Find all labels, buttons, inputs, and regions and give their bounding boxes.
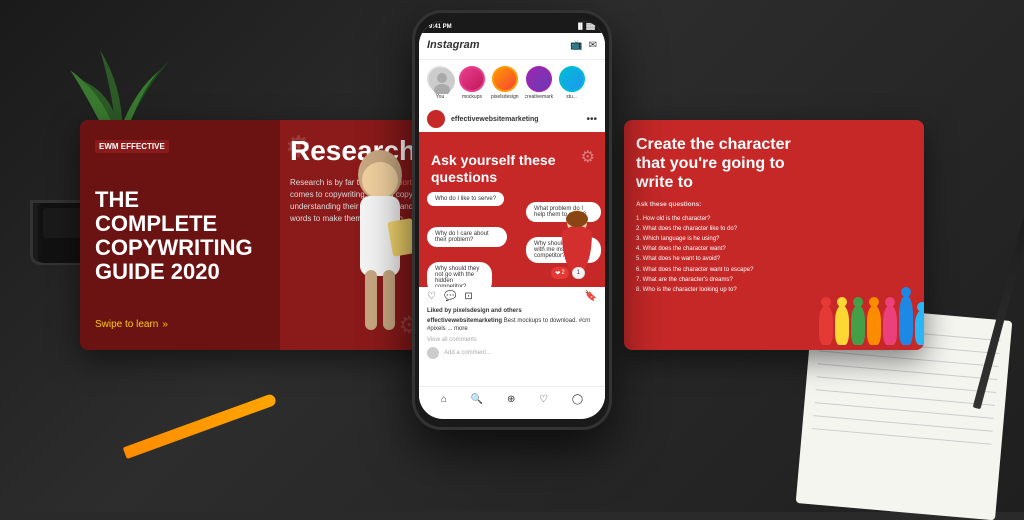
like-badge: ❤ 2	[551, 267, 568, 279]
post-options-icon[interactable]: •••	[586, 114, 597, 125]
story-label-1: mockups	[462, 94, 482, 100]
nav-heart-icon[interactable]: ♡	[539, 394, 548, 405]
tv-icon[interactable]: 📺	[570, 40, 582, 51]
comment-badge: 1	[572, 267, 585, 279]
banner-title: THE COMPLETE COPYWRITING GUIDE 2020	[95, 188, 265, 285]
right-card-content: Create the character that you're going t…	[624, 120, 824, 350]
question-item: 3. Which language is he using?	[636, 234, 812, 244]
nav-add-icon[interactable]: ⊕	[507, 394, 515, 405]
figure-blue	[899, 295, 913, 345]
question-item: 6. What does the character want to escap…	[636, 265, 812, 275]
gear-icon-post: ⚙	[581, 147, 595, 167]
status-bar: 9:41 PM ▐▌ ▓▓	[419, 21, 605, 33]
comment-input[interactable]: Add a comment...	[444, 350, 491, 356]
nav-search-icon[interactable]: 🔍	[471, 394, 483, 405]
status-time: 9:41 PM	[429, 24, 452, 30]
question-item: 5. What does he want to avoid?	[636, 254, 812, 264]
phone-mockup: 9:41 PM ▐▌ ▓▓ Instagram 📺 ✉ You	[412, 10, 612, 430]
story-avatar-4	[559, 66, 585, 92]
banner-logo: EWM EFFECTIVE	[95, 140, 265, 153]
story-item[interactable]: stu...	[559, 66, 585, 100]
question-item: 2. What does the character like to do?	[636, 224, 812, 234]
story-avatar-3	[526, 66, 552, 92]
gear-decoration-1: ⚙	[285, 130, 312, 165]
post-avatar	[427, 110, 445, 128]
comment-icon[interactable]: 💬	[444, 291, 456, 302]
post-image: Ask yourself these questions ⚙ Who do I …	[419, 132, 605, 287]
question-item: 1. How old is the character?	[636, 214, 812, 224]
view-comments[interactable]: View all comments	[419, 336, 605, 344]
nav-profile-icon[interactable]: ◯	[572, 394, 583, 405]
post-caption: effectivewebsitemarketing Best mockups t…	[419, 316, 605, 336]
story-item[interactable]: pixelsdesign	[491, 66, 519, 100]
figure-pink	[883, 305, 897, 345]
post-username: effectivewebsitemarketing	[451, 116, 580, 123]
instagram-top-row: Instagram 📺 ✉	[427, 39, 597, 51]
story-label-2: pixelsdesign	[491, 94, 519, 100]
story-avatar-2	[492, 66, 518, 92]
comment-row: Add a comment...	[419, 344, 605, 362]
question-item: 4. What does the character want?	[636, 244, 812, 254]
question-item: 7. What are the character's dreams?	[636, 275, 812, 285]
phone-bottom-nav: ⌂ 🔍 ⊕ ♡ ◯	[419, 386, 605, 411]
instagram-logo: Instagram	[427, 39, 480, 51]
figure-green	[851, 305, 865, 345]
swipe-text: Swipe to learn »	[95, 319, 265, 330]
commenter-avatar	[427, 347, 439, 359]
figure-lightblue	[915, 310, 924, 345]
caption-username: effectivewebsitemarketing	[427, 318, 502, 324]
right-card-subtitle: Ask these questions:	[636, 201, 812, 208]
instagram-header: Instagram 📺 ✉	[419, 33, 605, 60]
like-icon[interactable]: ♡	[427, 291, 436, 302]
filter-icon[interactable]: ⊡	[464, 291, 472, 302]
right-card-title: Create the character that you're going t…	[636, 135, 812, 193]
arrow-icon: »	[162, 319, 168, 330]
right-card-figures	[824, 120, 924, 350]
story-label-you: You	[436, 94, 444, 100]
figure-yellow	[835, 305, 849, 345]
swipe-label: Swipe to learn	[95, 319, 158, 330]
story-label-4: stu...	[566, 94, 577, 100]
right-card-questions: 1. How old is the character? 2. What doe…	[636, 214, 812, 296]
post-header: effectivewebsitemarketing •••	[419, 106, 605, 132]
engagement-badges: ❤ 2 1	[551, 267, 585, 279]
logo-badge: EWM EFFECTIVE	[95, 140, 169, 153]
figure-red	[819, 305, 833, 345]
bookmark-icon[interactable]: 🔖	[585, 291, 597, 302]
bubble-3: Why do I care about their problem?	[427, 227, 507, 247]
story-item[interactable]: creativemarket	[525, 66, 553, 100]
story-item[interactable]: mockups	[459, 66, 485, 100]
colorful-figures	[819, 295, 924, 345]
story-avatar-1	[459, 66, 485, 92]
story-label-3: creativemarket	[525, 94, 553, 100]
bubble-1: Who do I like to serve?	[427, 192, 504, 206]
banner-left-section: EWM EFFECTIVE THE COMPLETE COPYWRITING G…	[80, 120, 280, 350]
instagram-action-icons: 📺 ✉	[570, 40, 597, 51]
nav-home-icon[interactable]: ⌂	[441, 394, 447, 405]
status-icons: ▐▌ ▓▓	[576, 24, 595, 30]
question-item: 8. Who is the character looking up to?	[636, 285, 812, 295]
story-avatar-you	[427, 66, 453, 92]
right-card: Create the character that you're going t…	[624, 120, 924, 350]
stories-row: You mockups pixelsdesign creativemarket …	[419, 60, 605, 106]
figure-orange	[867, 305, 881, 345]
bubble-5: Why should they not go with the hidden c…	[427, 262, 492, 287]
post-image-title: Ask yourself these questions	[431, 152, 575, 186]
phone-screen: 9:41 PM ▐▌ ▓▓ Instagram 📺 ✉ You	[419, 21, 605, 419]
send-icon[interactable]: ✉	[589, 40, 597, 51]
post-likes: Liked by pixelsdesign and others	[419, 306, 605, 316]
story-item[interactable]: You	[427, 66, 453, 100]
post-actions: ♡ 💬 ⊡ 🔖	[419, 287, 605, 306]
